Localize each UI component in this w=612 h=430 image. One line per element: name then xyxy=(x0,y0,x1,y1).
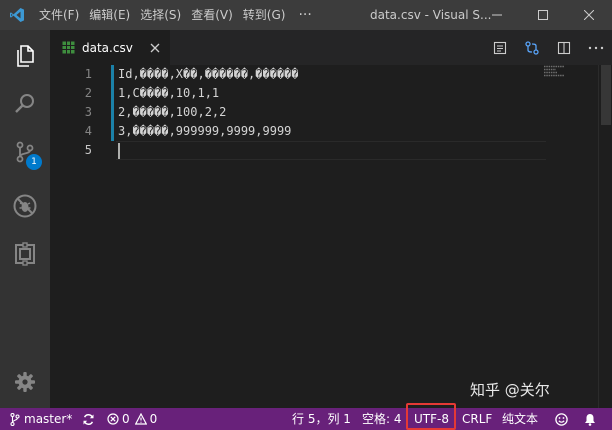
code-line: 2,�����,100,2,2 xyxy=(118,105,227,119)
encoding-highlight-box xyxy=(406,403,456,430)
open-preview-icon[interactable] xyxy=(484,30,516,65)
source-control-icon[interactable]: 1 xyxy=(0,128,50,176)
scrollbar-thumb[interactable] xyxy=(601,65,611,125)
code-line: 1,C����,10,1,1 xyxy=(118,86,220,100)
activity-bar: 1 xyxy=(0,30,50,408)
line-number-current: 5 xyxy=(84,143,92,157)
split-editor-icon[interactable] xyxy=(548,30,580,65)
minimap[interactable] xyxy=(544,65,598,77)
modified-lines-indicator xyxy=(111,65,114,141)
minimize-button[interactable] xyxy=(474,0,520,30)
menu-file[interactable]: 文件(F) xyxy=(34,0,84,30)
error-icon xyxy=(107,413,119,425)
indentation-status[interactable]: 空格: 4 xyxy=(362,408,402,430)
feedback-smiley-icon[interactable] xyxy=(555,408,568,430)
menu-view[interactable]: 查看(V) xyxy=(186,0,238,30)
code-area[interactable]: Id,����,X��,������,������ 1,C����,10,1,1… xyxy=(118,65,299,160)
line-number: 3 xyxy=(84,105,92,119)
branch-icon xyxy=(10,412,20,426)
csv-file-icon xyxy=(62,41,75,54)
menu-more-button[interactable]: ··· xyxy=(290,0,319,30)
cursor-position[interactable]: 行 5，列 1 xyxy=(292,408,351,430)
warning-count: 0 xyxy=(149,412,158,426)
code-line: Id,����,X��,������,������ xyxy=(118,67,299,81)
menu-edit[interactable]: 编辑(E) xyxy=(84,0,135,30)
tab-bar: data.csv xyxy=(50,30,612,65)
status-bar: master* 0 0 行 5，列 1 空格: 4 UTF-8 CRLF 纯文本 xyxy=(0,408,612,430)
maximize-button[interactable] xyxy=(520,0,566,30)
editor-actions xyxy=(484,30,612,65)
close-icon[interactable] xyxy=(148,41,162,55)
cursor-position-text: 行 5，列 1 xyxy=(292,412,351,426)
line-number: 2 xyxy=(84,86,92,100)
line-number: 1 xyxy=(84,67,92,81)
extensions-icon[interactable] xyxy=(0,230,50,278)
eol-status[interactable]: CRLF xyxy=(462,408,492,430)
watermark: 知乎 @关尔 xyxy=(470,381,550,399)
warning-icon xyxy=(134,413,147,425)
title-bar: 文件(F) 编辑(E) 选择(S) 查看(V) 转到(G) ··· data.c… xyxy=(0,0,612,30)
language-text: 纯文本 xyxy=(502,412,539,426)
search-icon[interactable] xyxy=(0,80,50,128)
language-status[interactable]: 纯文本 xyxy=(502,408,538,430)
more-actions-icon[interactable] xyxy=(580,30,612,65)
explorer-icon[interactable] xyxy=(0,32,50,80)
problems-status[interactable]: 0 0 xyxy=(107,408,157,430)
sync-icon[interactable] xyxy=(82,408,95,430)
branch-status[interactable]: master* xyxy=(10,408,72,430)
tab-label: data.csv xyxy=(82,40,133,55)
tab-data-csv[interactable]: data.csv xyxy=(50,30,170,65)
eol-text: CRLF xyxy=(462,412,493,426)
branch-name: master* xyxy=(24,412,73,426)
line-number: 4 xyxy=(84,124,92,138)
gear-icon[interactable] xyxy=(0,358,50,406)
editor[interactable]: 1 2 3 4 5 Id,����,X��,������,������ 1,C�… xyxy=(50,65,612,408)
menu-bar: 文件(F) 编辑(E) 选择(S) 查看(V) 转到(G) ··· xyxy=(34,0,320,30)
close-window-button[interactable] xyxy=(566,0,612,30)
scm-badge: 1 xyxy=(26,154,42,170)
line-number-gutter: 1 2 3 4 5 xyxy=(50,65,98,160)
menu-selection[interactable]: 选择(S) xyxy=(135,0,186,30)
text-cursor xyxy=(118,143,120,159)
notifications-bell-icon[interactable] xyxy=(584,408,596,430)
vertical-scrollbar[interactable] xyxy=(598,65,612,408)
open-changes-icon[interactable] xyxy=(516,30,548,65)
error-count: 0 xyxy=(122,412,130,426)
debug-icon[interactable] xyxy=(0,182,50,230)
menu-go[interactable]: 转到(G) xyxy=(238,0,291,30)
vscode-logo-icon xyxy=(0,0,34,30)
code-line: 3,�����,999999,9999,9999 xyxy=(118,124,292,138)
indentation-text: 空格: 4 xyxy=(362,412,402,426)
